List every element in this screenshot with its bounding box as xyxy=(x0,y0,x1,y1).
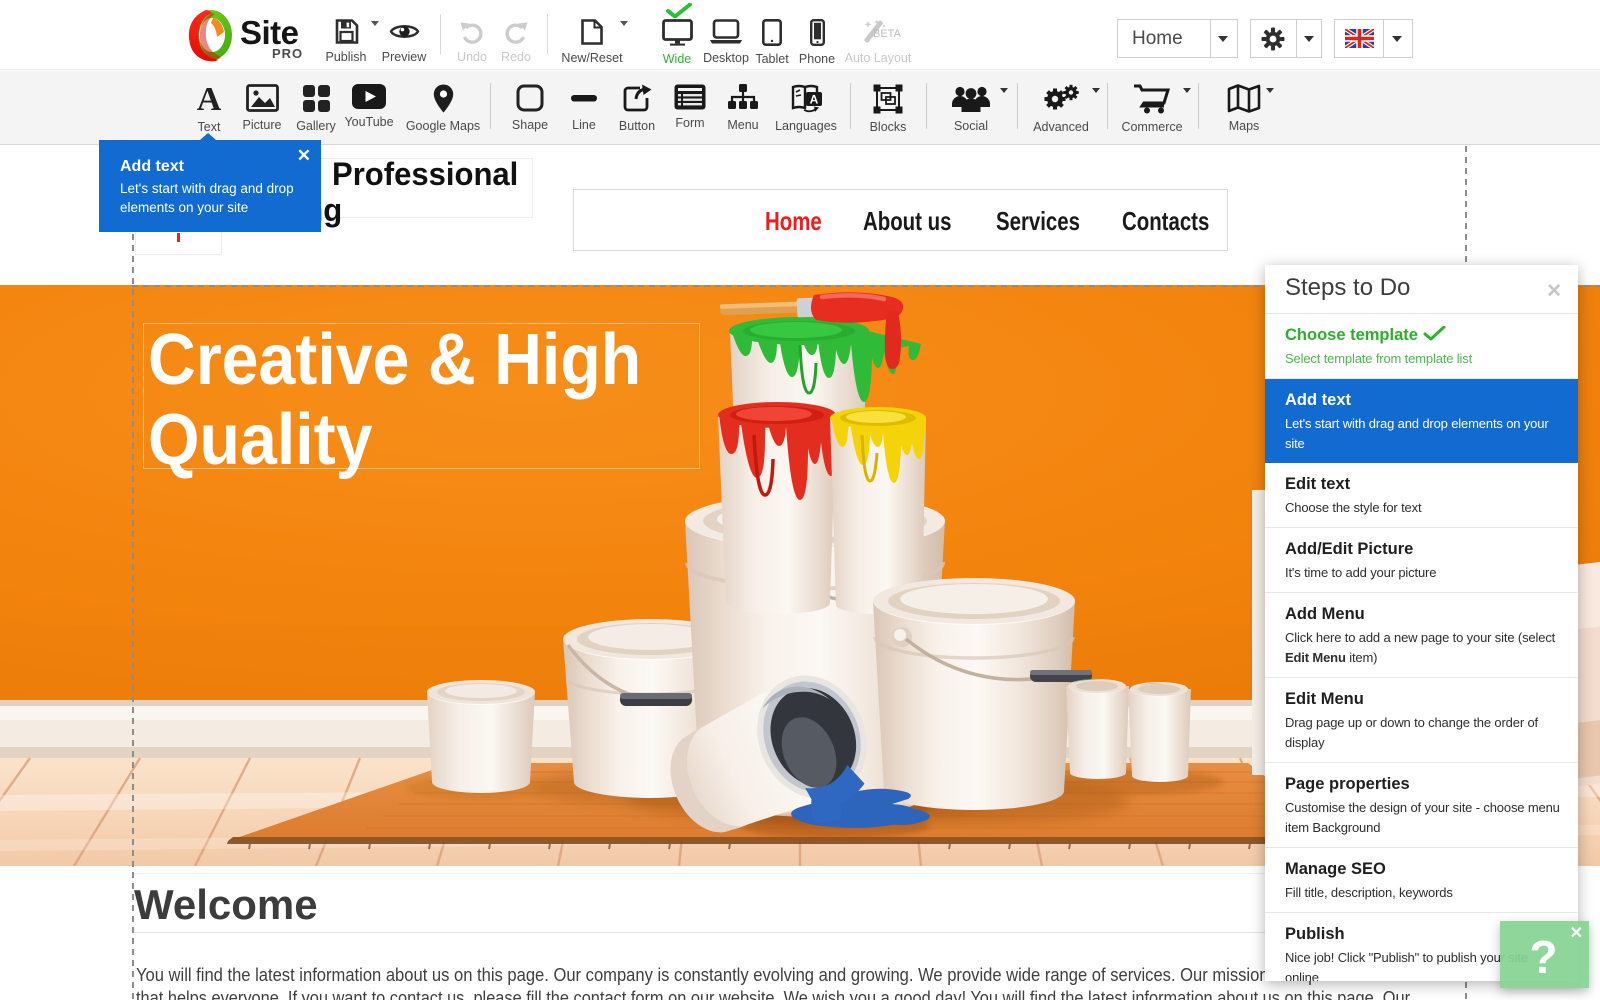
svg-text:A: A xyxy=(809,93,818,107)
svg-text:A: A xyxy=(197,84,222,114)
